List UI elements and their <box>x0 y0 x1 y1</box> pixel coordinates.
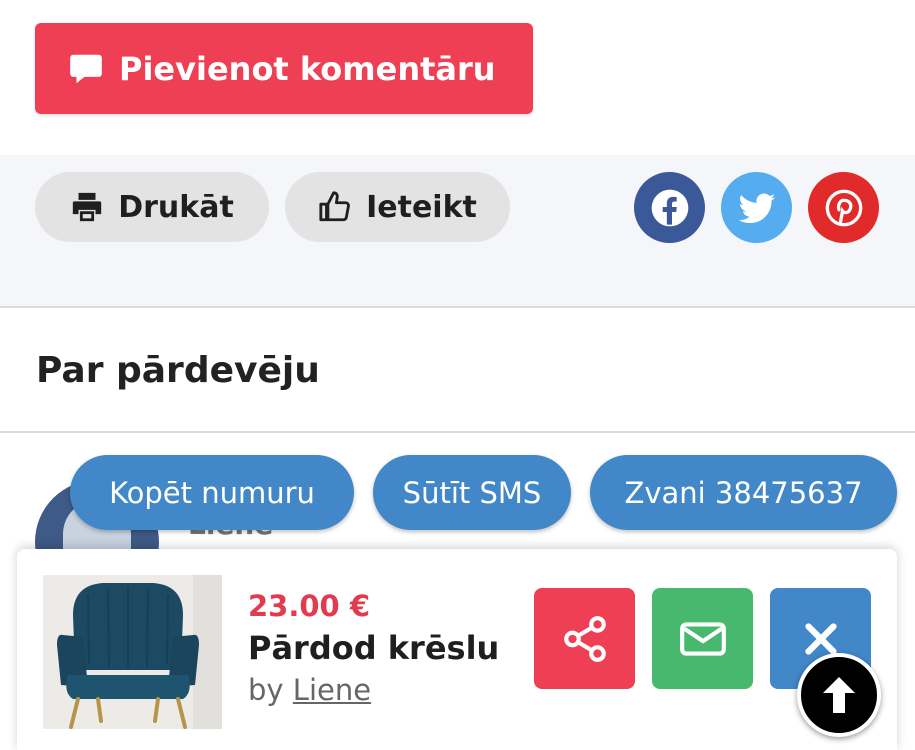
email-button[interactable] <box>652 588 753 689</box>
pinterest-icon <box>825 189 862 226</box>
add-comment-button[interactable]: Pievienot komentāru <box>35 23 533 114</box>
print-label: Drukāt <box>118 189 234 225</box>
pinterest-share-button[interactable] <box>808 172 879 243</box>
product-thumbnail[interactable] <box>43 575 222 729</box>
twitter-icon <box>738 193 775 223</box>
listing-byline: by Liene <box>248 673 371 707</box>
copy-number-button[interactable]: Kopēt numuru <box>70 455 354 530</box>
thumbs-up-icon <box>319 191 350 222</box>
seller-link[interactable]: Liene <box>293 673 371 707</box>
call-button[interactable]: Zvani 38475637 <box>590 455 897 530</box>
listing-price: 23.00 € <box>248 589 371 623</box>
chair-image <box>43 575 222 729</box>
share-button[interactable] <box>534 588 635 689</box>
facebook-icon <box>651 189 688 226</box>
recommend-button[interactable]: Ieteikt <box>285 172 510 242</box>
facebook-share-button[interactable] <box>634 172 705 243</box>
add-comment-label: Pievienot komentāru <box>119 49 496 88</box>
listing-sticky-card: 23.00 € Pārdod krēslu by Liene <box>17 549 897 750</box>
comment-icon <box>70 54 102 83</box>
arrow-up-icon <box>823 677 855 713</box>
printer-icon <box>73 192 102 222</box>
listing-title: Pārdod krēslu <box>248 629 500 667</box>
print-button[interactable]: Drukāt <box>35 172 269 242</box>
recommend-label: Ieteikt <box>366 189 477 225</box>
seller-section-title: Par pārdevēju <box>36 350 320 391</box>
send-sms-button[interactable]: Sūtīt SMS <box>373 455 571 530</box>
byline-prefix: by <box>248 673 284 707</box>
envelope-icon <box>679 621 726 656</box>
share-icon <box>563 615 606 662</box>
seller-section-header: Par pārdevēju <box>0 310 915 433</box>
share-action-bar: Drukāt Ieteikt <box>0 155 915 308</box>
twitter-share-button[interactable] <box>721 172 792 243</box>
scroll-to-top-button[interactable] <box>797 653 881 737</box>
